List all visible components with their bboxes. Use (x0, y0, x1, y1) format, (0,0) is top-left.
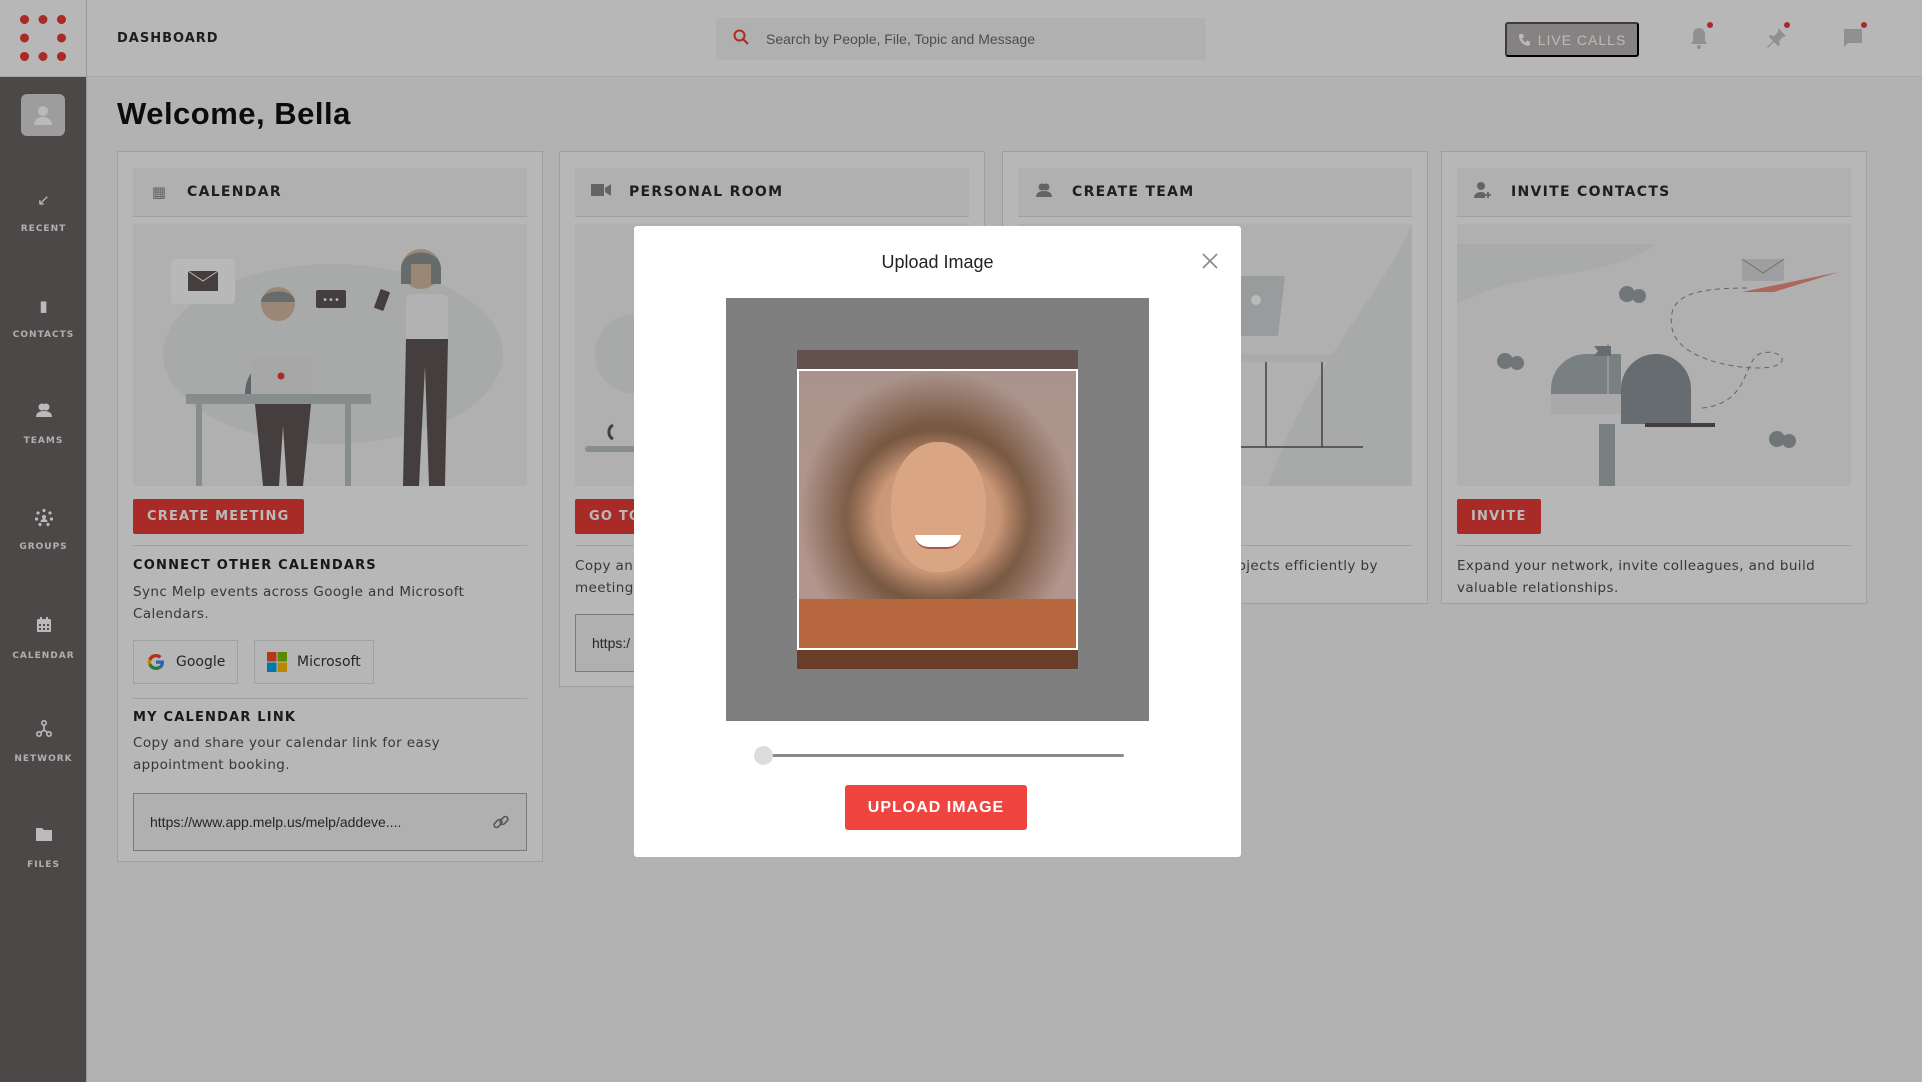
crop-mask-top (797, 350, 1078, 369)
crop-frame-handle[interactable] (797, 369, 1078, 650)
zoom-slider[interactable] (754, 746, 1124, 766)
close-icon (1202, 253, 1218, 269)
upload-image-modal: Upload Image UPLOAD IMAGE (634, 226, 1241, 857)
upload-image-button[interactable]: UPLOAD IMAGE (845, 785, 1027, 830)
zoom-slider-thumb[interactable] (754, 746, 773, 765)
zoom-slider-track[interactable] (762, 754, 1124, 757)
modal-title: Upload Image (881, 252, 994, 272)
image-crop-area[interactable] (726, 298, 1149, 721)
crop-mask-bottom (797, 650, 1078, 669)
close-button[interactable] (1197, 248, 1223, 274)
